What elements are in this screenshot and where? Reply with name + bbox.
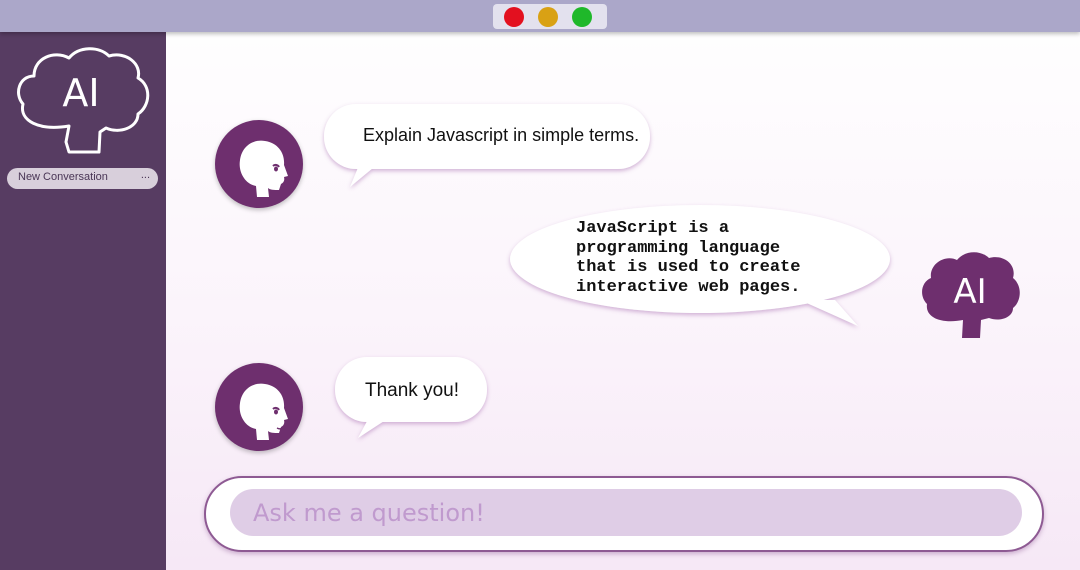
title-bar: [0, 0, 1080, 32]
user-head-icon: [239, 140, 288, 197]
ai-message: JavaScript is a programming language tha…: [576, 219, 801, 297]
user-avatar-1: [215, 120, 303, 208]
ai-bot-text: AI: [953, 272, 986, 312]
user-avatar-2: [215, 363, 303, 451]
user-head-icon: [239, 383, 288, 440]
ai-bot-icon: AI: [922, 252, 1020, 338]
question-input-container: [204, 476, 1044, 552]
question-input[interactable]: [230, 489, 1022, 536]
close-window-button[interactable]: [504, 7, 524, 27]
minimize-window-button[interactable]: [538, 7, 558, 27]
user-message-2: Thank you!: [365, 380, 459, 401]
window-controls: [493, 4, 607, 29]
user-message-1: Explain Javascript in simple terms.: [363, 125, 640, 145]
maximize-window-button[interactable]: [572, 7, 592, 27]
